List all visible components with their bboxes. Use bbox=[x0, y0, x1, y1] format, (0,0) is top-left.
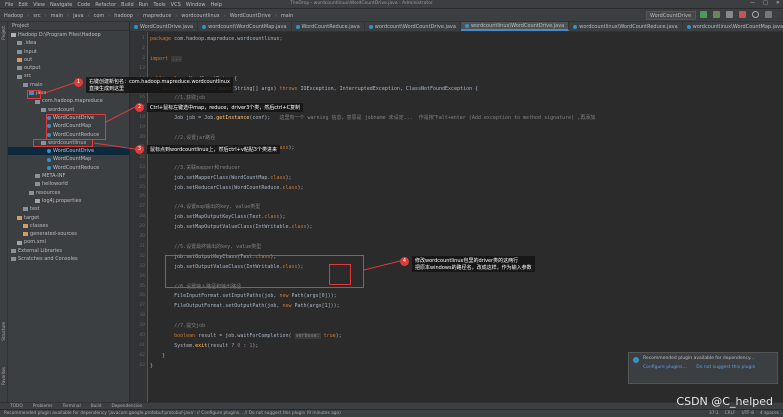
build-tab[interactable]: Build bbox=[91, 404, 102, 409]
bottom-tool-tabs: TODO Problems Terminal Build Dependencie… bbox=[0, 402, 783, 409]
dependencies-tab[interactable]: Dependencies bbox=[111, 404, 142, 409]
problems-tab[interactable]: Problems bbox=[33, 404, 53, 409]
cursor-position[interactable]: 37:1 bbox=[709, 411, 719, 416]
notification-title: Recommended plugin available for depende… bbox=[643, 356, 755, 361]
indent-setting[interactable]: 4 spaces bbox=[760, 411, 779, 416]
file-encoding[interactable]: UTF-8 bbox=[742, 411, 755, 416]
configure-plugins-link[interactable]: Configure plugins... bbox=[643, 365, 687, 370]
watermark: CSDN @C_helped bbox=[676, 395, 773, 408]
status-bar: Recommended plugin available for depende… bbox=[0, 409, 783, 417]
todo-tab[interactable]: TODO bbox=[10, 404, 23, 409]
info-icon bbox=[633, 357, 639, 363]
plugin-notification: Recommended plugin available for depende… bbox=[628, 352, 778, 384]
status-message[interactable]: Recommended plugin available for depende… bbox=[4, 411, 341, 416]
line-separator[interactable]: CRLF bbox=[725, 411, 736, 416]
terminal-tab[interactable]: Terminal bbox=[63, 404, 81, 409]
do-not-suggest-link[interactable]: Do not suggest this plugin bbox=[696, 365, 755, 370]
